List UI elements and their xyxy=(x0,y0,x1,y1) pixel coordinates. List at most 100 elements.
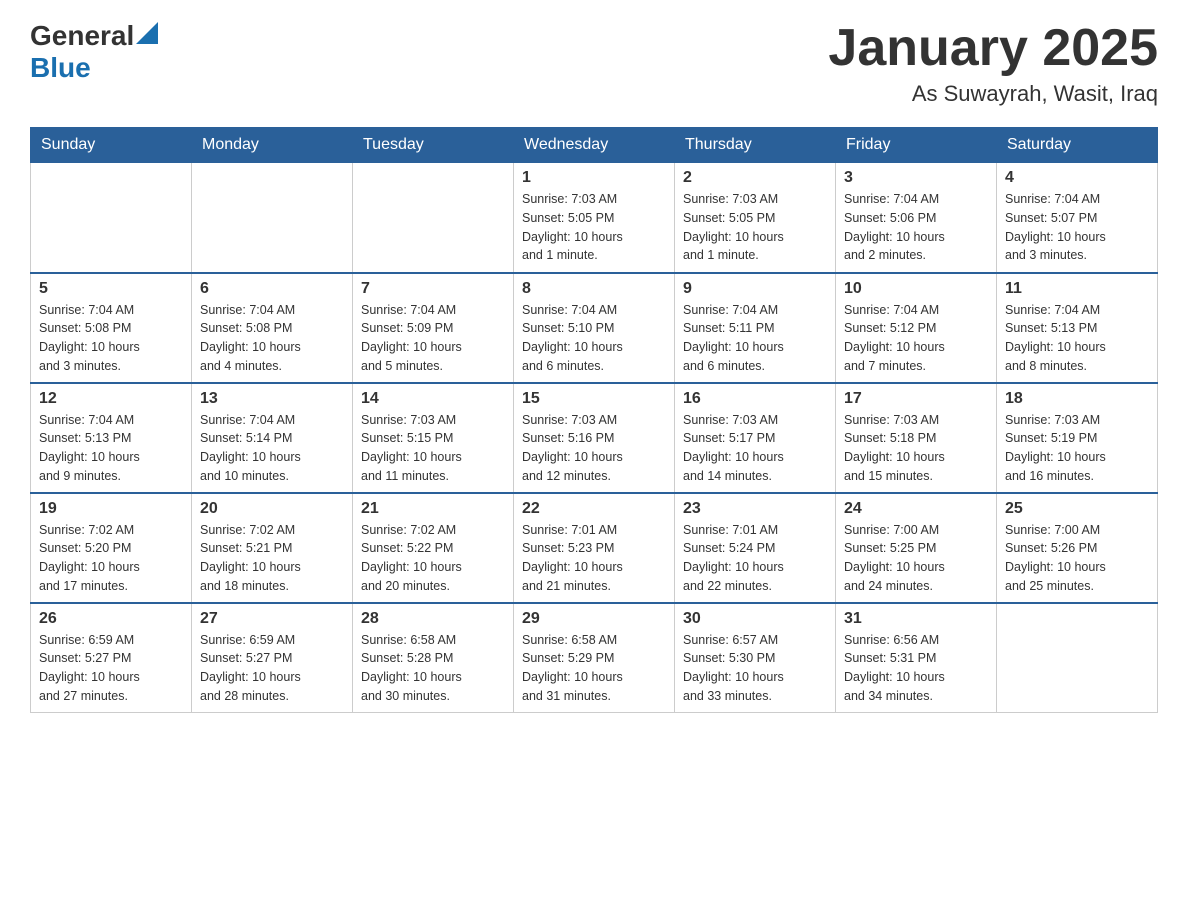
day-info: Sunrise: 7:03 AMSunset: 5:18 PMDaylight:… xyxy=(844,411,988,486)
calendar-day-header: Thursday xyxy=(675,128,836,163)
calendar-cell: 26 Sunrise: 6:59 AMSunset: 5:27 PMDayligh… xyxy=(31,603,192,713)
day-number: 18 xyxy=(1005,390,1149,408)
day-number: 31 xyxy=(844,610,988,628)
day-info: Sunrise: 7:04 AMSunset: 5:06 PMDaylight:… xyxy=(844,190,988,265)
day-info: Sunrise: 6:59 AMSunset: 5:27 PMDaylight:… xyxy=(39,631,183,706)
day-number: 8 xyxy=(522,280,666,298)
day-number: 20 xyxy=(200,500,344,518)
calendar-week-row: 12 Sunrise: 7:04 AMSunset: 5:13 PMDayligh… xyxy=(31,383,1158,493)
calendar-cell: 8 Sunrise: 7:04 AMSunset: 5:10 PMDaylight… xyxy=(514,273,675,383)
calendar-week-row: 19 Sunrise: 7:02 AMSunset: 5:20 PMDayligh… xyxy=(31,493,1158,603)
calendar-cell xyxy=(192,163,353,273)
calendar-day-header: Tuesday xyxy=(353,128,514,163)
day-info: Sunrise: 7:03 AMSunset: 5:19 PMDaylight:… xyxy=(1005,411,1149,486)
day-number: 5 xyxy=(39,280,183,298)
day-number: 3 xyxy=(844,169,988,187)
calendar-day-header: Wednesday xyxy=(514,128,675,163)
day-number: 29 xyxy=(522,610,666,628)
day-info: Sunrise: 7:04 AMSunset: 5:13 PMDaylight:… xyxy=(1005,301,1149,376)
day-number: 1 xyxy=(522,169,666,187)
calendar-cell: 29 Sunrise: 6:58 AMSunset: 5:29 PMDayligh… xyxy=(514,603,675,713)
calendar-cell: 21 Sunrise: 7:02 AMSunset: 5:22 PMDayligh… xyxy=(353,493,514,603)
calendar-cell: 10 Sunrise: 7:04 AMSunset: 5:12 PMDayligh… xyxy=(836,273,997,383)
day-number: 16 xyxy=(683,390,827,408)
calendar-week-row: 5 Sunrise: 7:04 AMSunset: 5:08 PMDaylight… xyxy=(31,273,1158,383)
day-info: Sunrise: 7:03 AMSunset: 5:05 PMDaylight:… xyxy=(522,190,666,265)
day-info: Sunrise: 7:04 AMSunset: 5:08 PMDaylight:… xyxy=(39,301,183,376)
day-number: 21 xyxy=(361,500,505,518)
calendar-week-row: 1 Sunrise: 7:03 AMSunset: 5:05 PMDaylight… xyxy=(31,163,1158,273)
calendar-cell: 19 Sunrise: 7:02 AMSunset: 5:20 PMDayligh… xyxy=(31,493,192,603)
calendar-cell: 24 Sunrise: 7:00 AMSunset: 5:25 PMDayligh… xyxy=(836,493,997,603)
day-number: 13 xyxy=(200,390,344,408)
calendar-cell: 28Sunrise: 6:58 AMSunset: 5:28 PMDayligh… xyxy=(353,603,514,713)
calendar-cell: 14Sunrise: 7:03 AMSunset: 5:15 PMDayligh… xyxy=(353,383,514,493)
day-number: 30 xyxy=(683,610,827,628)
day-info: Sunrise: 6:58 AMSunset: 5:29 PMDaylight:… xyxy=(522,631,666,706)
day-number: 27 xyxy=(200,610,344,628)
day-info: Sunrise: 7:03 AMSunset: 5:05 PMDaylight:… xyxy=(683,190,827,265)
calendar-week-row: 26 Sunrise: 6:59 AMSunset: 5:27 PMDayligh… xyxy=(31,603,1158,713)
calendar-cell: 2 Sunrise: 7:03 AMSunset: 5:05 PMDaylight… xyxy=(675,163,836,273)
day-info: Sunrise: 7:02 AMSunset: 5:22 PMDaylight:… xyxy=(361,521,505,596)
day-info: Sunrise: 7:03 AMSunset: 5:17 PMDaylight:… xyxy=(683,411,827,486)
logo-blue: Blue xyxy=(30,52,158,84)
day-number: 12 xyxy=(39,390,183,408)
calendar-day-header: Saturday xyxy=(997,128,1158,163)
calendar-cell: 9 Sunrise: 7:04 AMSunset: 5:11 PMDaylight… xyxy=(675,273,836,383)
calendar-cell: 30Sunrise: 6:57 AMSunset: 5:30 PMDayligh… xyxy=(675,603,836,713)
calendar-cell: 20Sunrise: 7:02 AMSunset: 5:21 PMDayligh… xyxy=(192,493,353,603)
day-info: Sunrise: 6:58 AMSunset: 5:28 PMDaylight:… xyxy=(361,631,505,706)
calendar-table: SundayMondayTuesdayWednesdayThursdayFrid… xyxy=(30,127,1158,713)
calendar-cell: 22Sunrise: 7:01 AMSunset: 5:23 PMDayligh… xyxy=(514,493,675,603)
calendar-cell: 31 Sunrise: 6:56 AMSunset: 5:31 PMDayligh… xyxy=(836,603,997,713)
day-number: 26 xyxy=(39,610,183,628)
calendar-cell: 3 Sunrise: 7:04 AMSunset: 5:06 PMDaylight… xyxy=(836,163,997,273)
calendar-cell xyxy=(31,163,192,273)
day-info: Sunrise: 7:03 AMSunset: 5:16 PMDaylight:… xyxy=(522,411,666,486)
calendar-cell: 15 Sunrise: 7:03 AMSunset: 5:16 PMDayligh… xyxy=(514,383,675,493)
calendar-cell: 1 Sunrise: 7:03 AMSunset: 5:05 PMDaylight… xyxy=(514,163,675,273)
day-info: Sunrise: 6:59 AMSunset: 5:27 PMDaylight:… xyxy=(200,631,344,706)
day-info: Sunrise: 7:04 AMSunset: 5:13 PMDaylight:… xyxy=(39,411,183,486)
day-number: 15 xyxy=(522,390,666,408)
calendar-cell xyxy=(353,163,514,273)
day-number: 14 xyxy=(361,390,505,408)
day-info: Sunrise: 7:02 AMSunset: 5:20 PMDaylight:… xyxy=(39,521,183,596)
calendar-day-header: Monday xyxy=(192,128,353,163)
calendar-cell: 11Sunrise: 7:04 AMSunset: 5:13 PMDayligh… xyxy=(997,273,1158,383)
calendar-cell: 7Sunrise: 7:04 AMSunset: 5:09 PMDaylight… xyxy=(353,273,514,383)
day-number: 7 xyxy=(361,280,505,298)
calendar-cell: 25 Sunrise: 7:00 AMSunset: 5:26 PMDayligh… xyxy=(997,493,1158,603)
calendar-cell xyxy=(997,603,1158,713)
day-number: 19 xyxy=(39,500,183,518)
day-info: Sunrise: 6:56 AMSunset: 5:31 PMDaylight:… xyxy=(844,631,988,706)
day-number: 24 xyxy=(844,500,988,518)
calendar-cell: 27 Sunrise: 6:59 AMSunset: 5:27 PMDayligh… xyxy=(192,603,353,713)
title-section: January 2025 As Suwayrah, Wasit, Iraq xyxy=(828,20,1158,107)
calendar-cell: 23Sunrise: 7:01 AMSunset: 5:24 PMDayligh… xyxy=(675,493,836,603)
day-info: Sunrise: 7:04 AMSunset: 5:07 PMDaylight:… xyxy=(1005,190,1149,265)
logo-general: General xyxy=(30,20,134,52)
day-number: 9 xyxy=(683,280,827,298)
day-number: 25 xyxy=(1005,500,1149,518)
day-info: Sunrise: 7:04 AMSunset: 5:12 PMDaylight:… xyxy=(844,301,988,376)
day-info: Sunrise: 7:04 AMSunset: 5:11 PMDaylight:… xyxy=(683,301,827,376)
calendar-header-row: SundayMondayTuesdayWednesdayThursdayFrid… xyxy=(31,128,1158,163)
day-number: 6 xyxy=(200,280,344,298)
logo-arrow-icon xyxy=(136,22,158,44)
month-title: January 2025 xyxy=(828,20,1158,77)
day-number: 10 xyxy=(844,280,988,298)
day-number: 2 xyxy=(683,169,827,187)
location-title: As Suwayrah, Wasit, Iraq xyxy=(828,81,1158,107)
calendar-cell: 16 Sunrise: 7:03 AMSunset: 5:17 PMDayligh… xyxy=(675,383,836,493)
day-info: Sunrise: 7:00 AMSunset: 5:25 PMDaylight:… xyxy=(844,521,988,596)
day-number: 17 xyxy=(844,390,988,408)
calendar-cell: 4Sunrise: 7:04 AMSunset: 5:07 PMDaylight… xyxy=(997,163,1158,273)
calendar-cell: 5 Sunrise: 7:04 AMSunset: 5:08 PMDaylight… xyxy=(31,273,192,383)
calendar-cell: 12 Sunrise: 7:04 AMSunset: 5:13 PMDayligh… xyxy=(31,383,192,493)
day-number: 22 xyxy=(522,500,666,518)
day-info: Sunrise: 7:01 AMSunset: 5:24 PMDaylight:… xyxy=(683,521,827,596)
day-info: Sunrise: 7:00 AMSunset: 5:26 PMDaylight:… xyxy=(1005,521,1149,596)
day-info: Sunrise: 7:04 AMSunset: 5:10 PMDaylight:… xyxy=(522,301,666,376)
